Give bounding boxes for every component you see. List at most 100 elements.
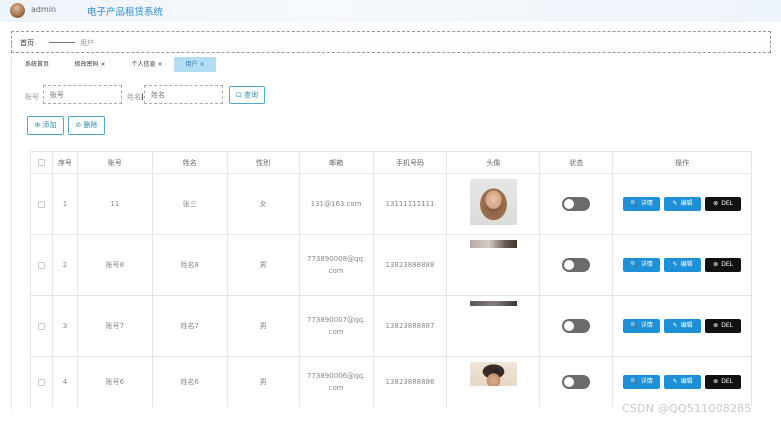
row-phone: 13111111111 xyxy=(374,174,448,234)
query-button[interactable]: ⊡ 查询 xyxy=(229,86,265,104)
header-phone: 手机号码 xyxy=(374,152,448,173)
table-row: 3 账号7 姓名7 男 773890007@qq.com 13823888887… xyxy=(31,296,752,357)
avatar-image[interactable] xyxy=(469,240,517,248)
username[interactable]: admin xyxy=(31,5,56,14)
csdn-watermark: CSDN @QQ511008285 xyxy=(622,402,752,415)
breadcrumb-home[interactable]: 首页 xyxy=(20,38,34,48)
checkbox[interactable] xyxy=(37,200,45,208)
row-account: 账号7 xyxy=(78,296,153,356)
circle-x-icon: ⊗ xyxy=(713,261,719,268)
name-search-input[interactable] xyxy=(144,85,223,104)
detail-label: 详情 xyxy=(640,200,653,207)
pencil-icon: ✎ xyxy=(672,378,678,385)
edit-label: 编辑 xyxy=(680,261,693,268)
checkbox[interactable] xyxy=(37,159,45,166)
status-toggle[interactable] xyxy=(562,319,591,333)
header-account: 账号 xyxy=(78,152,153,173)
row-status xyxy=(540,174,614,234)
avatar-image[interactable] xyxy=(469,179,517,225)
edit-button[interactable]: ✎ 编辑 xyxy=(664,258,702,272)
row-status xyxy=(540,357,614,407)
detail-label: 详情 xyxy=(640,322,653,329)
row-account: 账号8 xyxy=(78,235,153,295)
row-select[interactable] xyxy=(31,296,53,356)
row-index: 3 xyxy=(53,296,78,356)
detail-label: 详情 xyxy=(640,261,653,268)
delete-button[interactable]: ⊗ DEL xyxy=(705,319,742,333)
row-sex: 男 xyxy=(228,235,300,295)
header-status: 状态 xyxy=(540,152,614,173)
row-select[interactable] xyxy=(31,235,53,295)
circle-x-icon: ⊗ xyxy=(713,322,719,329)
checkbox[interactable] xyxy=(37,322,45,330)
search-icon: 🔍 xyxy=(630,322,638,329)
row-select[interactable] xyxy=(31,174,53,234)
content-left-border xyxy=(11,57,12,409)
pencil-icon: ✎ xyxy=(672,200,678,207)
detail-button[interactable]: 🔍 详情 xyxy=(623,375,661,389)
row-account: 账号6 xyxy=(78,357,153,407)
user-table: 序号 账号 姓名 性别 邮箱 手机号码 头像 状态 操作 1 11 张三 女 1… xyxy=(30,151,752,407)
row-name: 姓名8 xyxy=(153,235,228,295)
account-search-input[interactable] xyxy=(43,85,122,104)
user-avatar[interactable] xyxy=(10,3,25,18)
row-avatar xyxy=(447,235,541,295)
row-index: 4 xyxy=(53,357,78,407)
row-status xyxy=(540,235,614,295)
account-label: 账号 xyxy=(25,93,39,101)
checkbox[interactable] xyxy=(37,378,45,386)
tab-change-password[interactable]: 修改密码 × xyxy=(66,57,114,72)
row-account: 11 xyxy=(78,174,153,234)
tab-users[interactable]: 用户 × xyxy=(174,57,216,72)
row-name: 姓名7 xyxy=(153,296,228,356)
search-icon: 🔍 xyxy=(630,200,638,207)
row-avatar xyxy=(447,174,541,234)
circle-x-icon: ⊗ xyxy=(713,378,719,385)
header-ops: 操作 xyxy=(613,152,752,173)
detail-button[interactable]: 🔍 详情 xyxy=(623,258,661,272)
status-toggle[interactable] xyxy=(562,258,591,272)
header-index: 序号 xyxy=(53,152,78,173)
avatar-image[interactable] xyxy=(469,362,517,386)
row-index: 1 xyxy=(53,174,78,234)
edit-button[interactable]: ✎ 编辑 xyxy=(664,319,702,333)
header-select-all[interactable] xyxy=(31,152,53,173)
row-ops: 🔍 详情 ✎ 编辑 ⊗ DEL xyxy=(613,174,752,234)
detail-button[interactable]: 🔍 详情 xyxy=(623,197,661,211)
edit-label: 编辑 xyxy=(680,322,693,329)
tab-personal-info[interactable]: 个人信息 × xyxy=(122,57,172,72)
edit-label: 编辑 xyxy=(680,200,693,207)
row-email: 773890008@qq.com xyxy=(300,235,374,295)
row-name: 张三 xyxy=(153,174,228,234)
add-button[interactable]: ⊕ 添加 xyxy=(27,116,64,135)
header-name: 姓名 xyxy=(153,152,228,173)
row-sex: 男 xyxy=(228,296,300,356)
table-row: 1 11 张三 女 131@163.com 13111111111 🔍 详情 ✎ 编… xyxy=(31,174,752,235)
tab-system-home[interactable]: 系统首页 xyxy=(16,57,58,72)
row-select[interactable] xyxy=(31,357,53,407)
edit-button[interactable]: ✎ 编辑 xyxy=(664,375,702,389)
delete-label: DEL xyxy=(721,322,733,329)
row-email: 773890006@qq.com xyxy=(300,357,374,407)
pencil-icon: ✎ xyxy=(672,261,678,268)
search-icon: 🔍 xyxy=(630,378,638,385)
table-row: 2 账号8 姓名8 男 773890008@qq.com 13823888888… xyxy=(31,235,752,296)
row-ops: 🔍 详情 ✎ 编辑 ⊗ DEL xyxy=(613,296,752,356)
breadcrumb-separator xyxy=(49,42,75,43)
edit-button[interactable]: ✎ 编辑 xyxy=(664,197,702,211)
delete-button[interactable]: ⊗ DEL xyxy=(705,197,742,211)
edit-label: 编辑 xyxy=(680,378,693,385)
delete-button[interactable]: ⊗ DEL xyxy=(705,375,742,389)
circle-x-icon: ⊗ xyxy=(713,200,719,207)
checkbox[interactable] xyxy=(37,261,45,269)
batch-delete-button[interactable]: ⊘ 删除 xyxy=(68,116,105,135)
status-toggle[interactable] xyxy=(562,197,591,211)
header-email: 邮箱 xyxy=(300,152,374,173)
status-toggle[interactable] xyxy=(562,375,591,389)
delete-button[interactable]: ⊗ DEL xyxy=(705,258,742,272)
row-sex: 女 xyxy=(228,174,300,234)
avatar-image[interactable] xyxy=(469,301,517,306)
row-phone: 13823888886 xyxy=(374,357,448,407)
delete-label: DEL xyxy=(721,200,733,207)
detail-button[interactable]: 🔍 详情 xyxy=(623,319,661,333)
